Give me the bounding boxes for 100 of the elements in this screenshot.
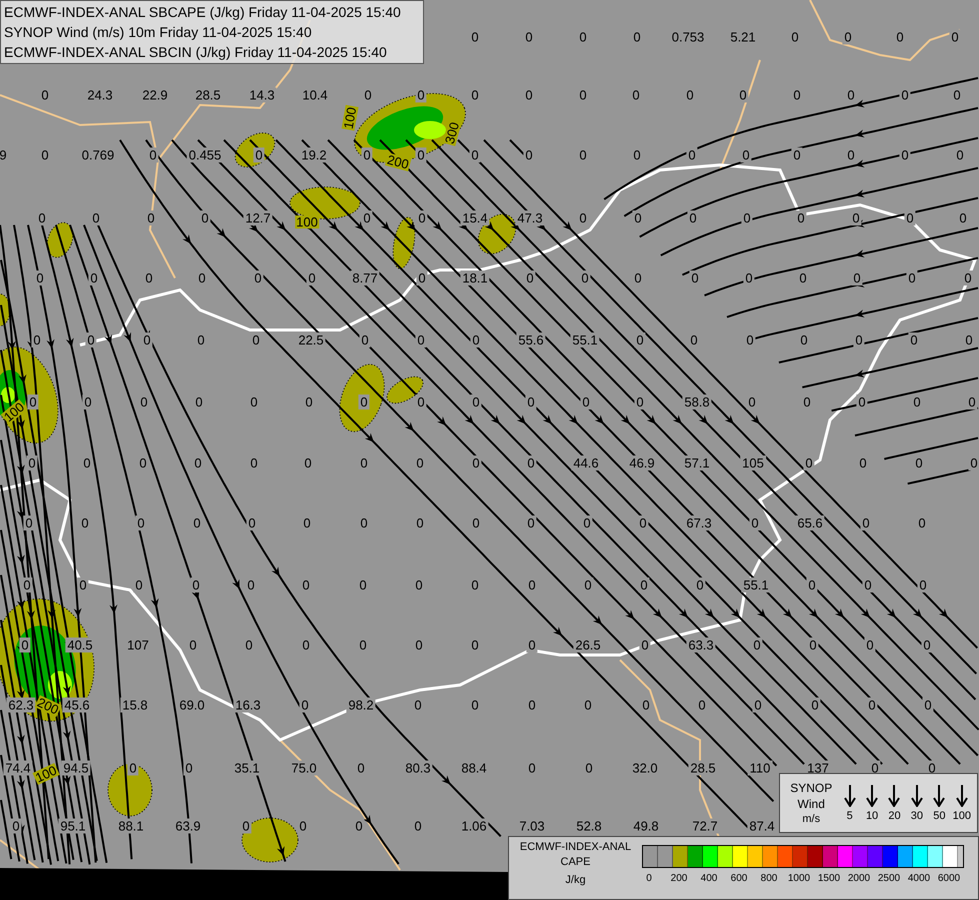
value-label: 0 [525, 456, 537, 470]
value-label: 0 [526, 638, 538, 652]
value-label: 110 [748, 760, 772, 776]
tick-label: 2500 [876, 874, 902, 884]
value-label: 62.3 [6, 698, 36, 712]
value-label: 0 [577, 88, 589, 102]
value-label: 0 [689, 270, 701, 286]
value-label: 0 [243, 638, 255, 652]
value-label: 0 [470, 394, 482, 410]
value-label: 0 [913, 456, 925, 470]
value-label: 0 [962, 270, 974, 286]
arrow-down-icon [888, 784, 900, 806]
value-label: 0 [637, 516, 649, 530]
value-label: 0 [413, 638, 425, 652]
value-label: 9 [0, 148, 9, 162]
value-label: 0 [789, 30, 801, 44]
value-label: 0 [797, 270, 809, 286]
value-label: 0 [740, 148, 752, 162]
value-label: 0 [362, 88, 374, 102]
value-label: 0 [857, 456, 869, 470]
value-label: 0 [968, 456, 979, 470]
arrow-down-icon [956, 784, 968, 806]
value-label: 0 [582, 578, 594, 592]
value-label: 0 [195, 332, 207, 348]
value-label: 0 [894, 30, 906, 44]
value-label: 0 [135, 516, 147, 530]
value-label: 0 [470, 332, 482, 348]
speed-label: 50 [933, 810, 946, 822]
tick-label: 600 [730, 874, 748, 884]
value-label: 0 [358, 456, 370, 470]
value-label: 0 [526, 760, 538, 776]
tick-label: 0 [645, 874, 653, 884]
value-label: 0 [640, 698, 652, 712]
layer-title: ECMWF-INDEX-ANAL SBCIN (J/kg) Friday 11-04-2025 15:40 [4, 43, 388, 62]
value-label: 0 [949, 30, 961, 44]
value-label: 55.6 [516, 332, 546, 348]
value-label: 0 [469, 88, 481, 102]
value-label: 0 [191, 516, 203, 530]
value-label: 32.0 [630, 760, 660, 776]
tick-label: 800 [760, 874, 778, 884]
value-label: 0 [688, 332, 700, 348]
value-label: 80.3 [403, 760, 433, 776]
value-label: 94.5 [61, 760, 91, 776]
value-label: 0 [630, 88, 642, 102]
value-label: 0 [684, 88, 696, 102]
value-label: 0 [526, 578, 538, 592]
value-label: 0 [957, 210, 969, 226]
value-label: 0 [357, 638, 369, 652]
value-label: 0 [301, 516, 313, 530]
value-label: 0 [523, 30, 535, 44]
value-label: 0.753 [670, 30, 706, 44]
value-label: 0 [248, 456, 260, 470]
value-label: 95.1 [58, 818, 88, 834]
value-label: 0 [954, 148, 966, 162]
value-label: 0 [300, 638, 312, 652]
value-label: 0 [190, 578, 202, 592]
value-label: 0 [851, 270, 863, 286]
value-label: 0 [299, 698, 311, 712]
value-label: 18.1 [460, 270, 490, 286]
value-label: 0 [252, 270, 264, 286]
value-label: 74.4 [3, 760, 33, 776]
arrow-down-icon [866, 784, 878, 806]
value-label: 0 [470, 456, 482, 470]
value-label: 0 [741, 210, 753, 226]
cape-area [108, 764, 152, 816]
value-label: 0 [248, 394, 260, 410]
speed-label: 30 [910, 810, 924, 822]
value-label: 49.8 [631, 818, 661, 834]
value-label: 0 [137, 456, 149, 470]
value-label: 0 [523, 88, 535, 102]
value-label: 67.3 [684, 516, 714, 530]
value-label: 0 [36, 210, 48, 226]
value-label: 0 [469, 30, 481, 44]
legend-title: Wind [798, 796, 825, 812]
arrow-down-icon [933, 784, 946, 806]
arrow-down-icon [844, 784, 856, 806]
value-label: 0 [245, 578, 257, 592]
value-label: 0 [81, 456, 93, 470]
value-label: 0 [469, 638, 481, 652]
value-label: 0 [187, 638, 199, 652]
value-label: 72.7 [690, 818, 720, 834]
value-label: 0 [807, 638, 819, 652]
value-label: 0.455 [186, 148, 224, 162]
value-label: 44.6 [571, 456, 601, 470]
value-label: 0 [416, 270, 428, 286]
cape-area [242, 818, 298, 862]
value-label: 107 [125, 638, 151, 652]
value-label: 0 [634, 394, 646, 410]
value-label: 12.7 [243, 210, 273, 226]
value-label: 63.3 [686, 638, 716, 652]
value-label: 0 [19, 638, 31, 652]
value-label: 0 [963, 332, 975, 348]
value-label: 14.3 [247, 88, 277, 102]
value-label: 7.03 [517, 818, 547, 834]
value-label: 0 [27, 394, 39, 410]
value-label: 0 [39, 148, 51, 162]
value-label: 0 [253, 148, 265, 162]
value-label: 0 [416, 210, 428, 226]
value-label: 0 [744, 332, 756, 348]
value-label: 0 [82, 394, 94, 410]
